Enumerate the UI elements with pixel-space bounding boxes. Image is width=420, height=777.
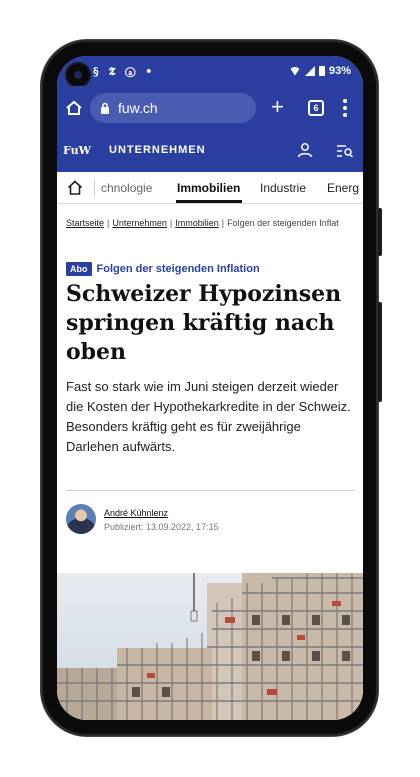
article-headline: Schweizer Hypozinsen springen kräftig na… <box>66 281 342 365</box>
wifi-icon <box>288 66 301 76</box>
battery-percent: 93% <box>328 65 351 77</box>
signal-icon <box>304 66 315 76</box>
home-icon[interactable] <box>67 180 83 195</box>
breadcrumb-startseite[interactable]: Startseite <box>66 218 104 228</box>
overflow-menu-icon[interactable] <box>343 99 347 117</box>
site-header: FuW UNTERNEHMEN <box>57 130 363 172</box>
breadcrumb-current: Folgen der steigenden Inflat <box>227 218 339 228</box>
nav-divider <box>94 180 95 196</box>
lock-icon <box>101 102 109 114</box>
site-logo[interactable]: FuW <box>63 144 91 157</box>
article-hero-image <box>57 573 363 720</box>
breadcrumb-immobilien[interactable]: Immobilien <box>175 218 219 228</box>
publish-date: Publiziert: 13.09.2022, 17:15 <box>104 522 219 532</box>
front-camera <box>67 64 89 86</box>
address-bar[interactable]: fuw.ch <box>90 93 256 123</box>
author-name[interactable]: André Kühnlenz <box>104 508 168 518</box>
status-indicators: 93% <box>288 65 351 77</box>
volume-button <box>378 302 382 402</box>
breadcrumb-unternehmen[interactable]: Unternehmen <box>112 218 167 228</box>
search-menu-icon[interactable] <box>336 144 354 158</box>
home-icon[interactable] <box>65 100 83 116</box>
breadcrumb: Startseite | Unternehmen | Immobilien | Folgen… <box>66 218 339 228</box>
notification-icons: § 𝕿 ⓐ • <box>93 65 156 78</box>
battery-icon <box>318 66 325 76</box>
tab-switcher-button[interactable]: 6 <box>308 100 324 116</box>
scaffolding-image <box>57 573 363 720</box>
divider <box>66 490 354 491</box>
kicker-text: Folgen der steigenden Inflation <box>96 263 260 275</box>
phone-screen: § 𝕿 ⓐ • 93% fuw.ch + 6 FuW UNTERNEHMEN c… <box>57 56 363 720</box>
article-kicker: Abo Folgen der steigenden Inflation <box>66 262 260 276</box>
power-button <box>378 208 382 256</box>
section-title: UNTERNEHMEN <box>109 144 206 156</box>
status-bar: § 𝕿 ⓐ • 93% <box>57 56 363 86</box>
article-lead: Fast so stark wie im Juni steigen derzei… <box>66 379 351 454</box>
user-icon[interactable] <box>297 142 313 158</box>
avatar[interactable] <box>66 504 96 534</box>
abo-badge: Abo <box>66 262 92 276</box>
tab-energie[interactable]: Energ <box>327 181 359 195</box>
tab-technologie[interactable]: chnologie <box>101 181 152 195</box>
tab-industrie[interactable]: Industrie <box>260 181 306 195</box>
url-text: fuw.ch <box>118 100 158 116</box>
browser-toolbar: fuw.ch + 6 <box>57 86 363 130</box>
active-tab-indicator <box>176 200 242 203</box>
section-nav: chnologie Immobilien Industrie Energ <box>57 172 363 204</box>
tab-immobilien[interactable]: Immobilien <box>177 181 240 195</box>
new-tab-icon[interactable]: + <box>271 96 284 118</box>
